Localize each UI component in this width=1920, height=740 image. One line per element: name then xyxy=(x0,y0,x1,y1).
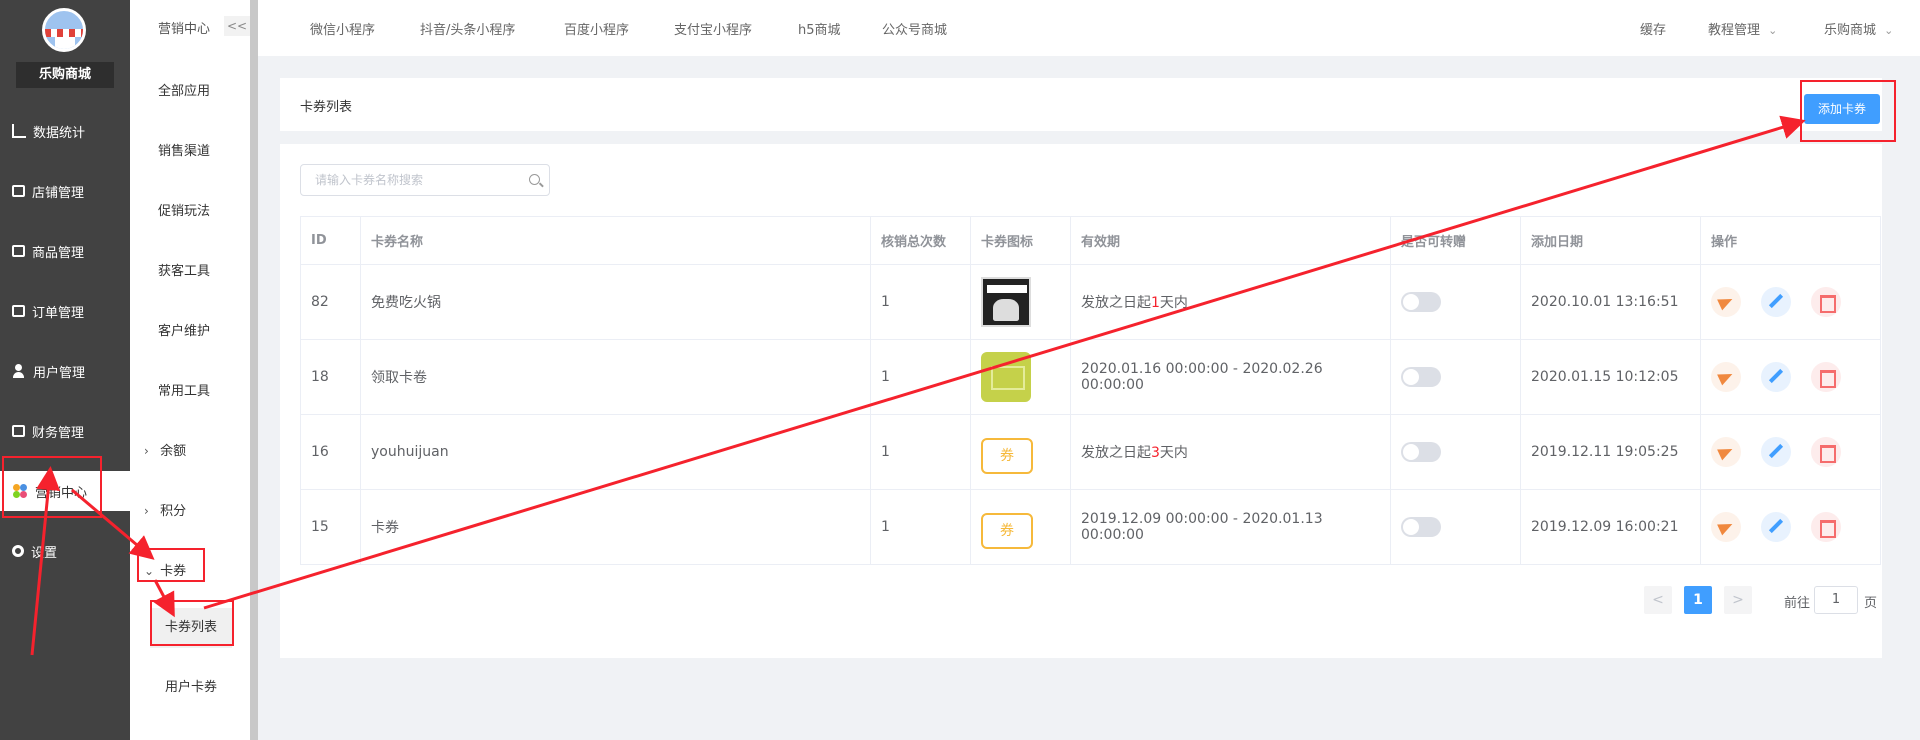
annotation-arrow-up xyxy=(30,466,61,656)
annotation-arrows xyxy=(30,115,1806,656)
annotation-arrow-to-coupons xyxy=(71,488,155,560)
annotation-arrow-to-coupon-list xyxy=(152,579,175,618)
annotation-arrow-to-add-button xyxy=(203,115,1806,610)
